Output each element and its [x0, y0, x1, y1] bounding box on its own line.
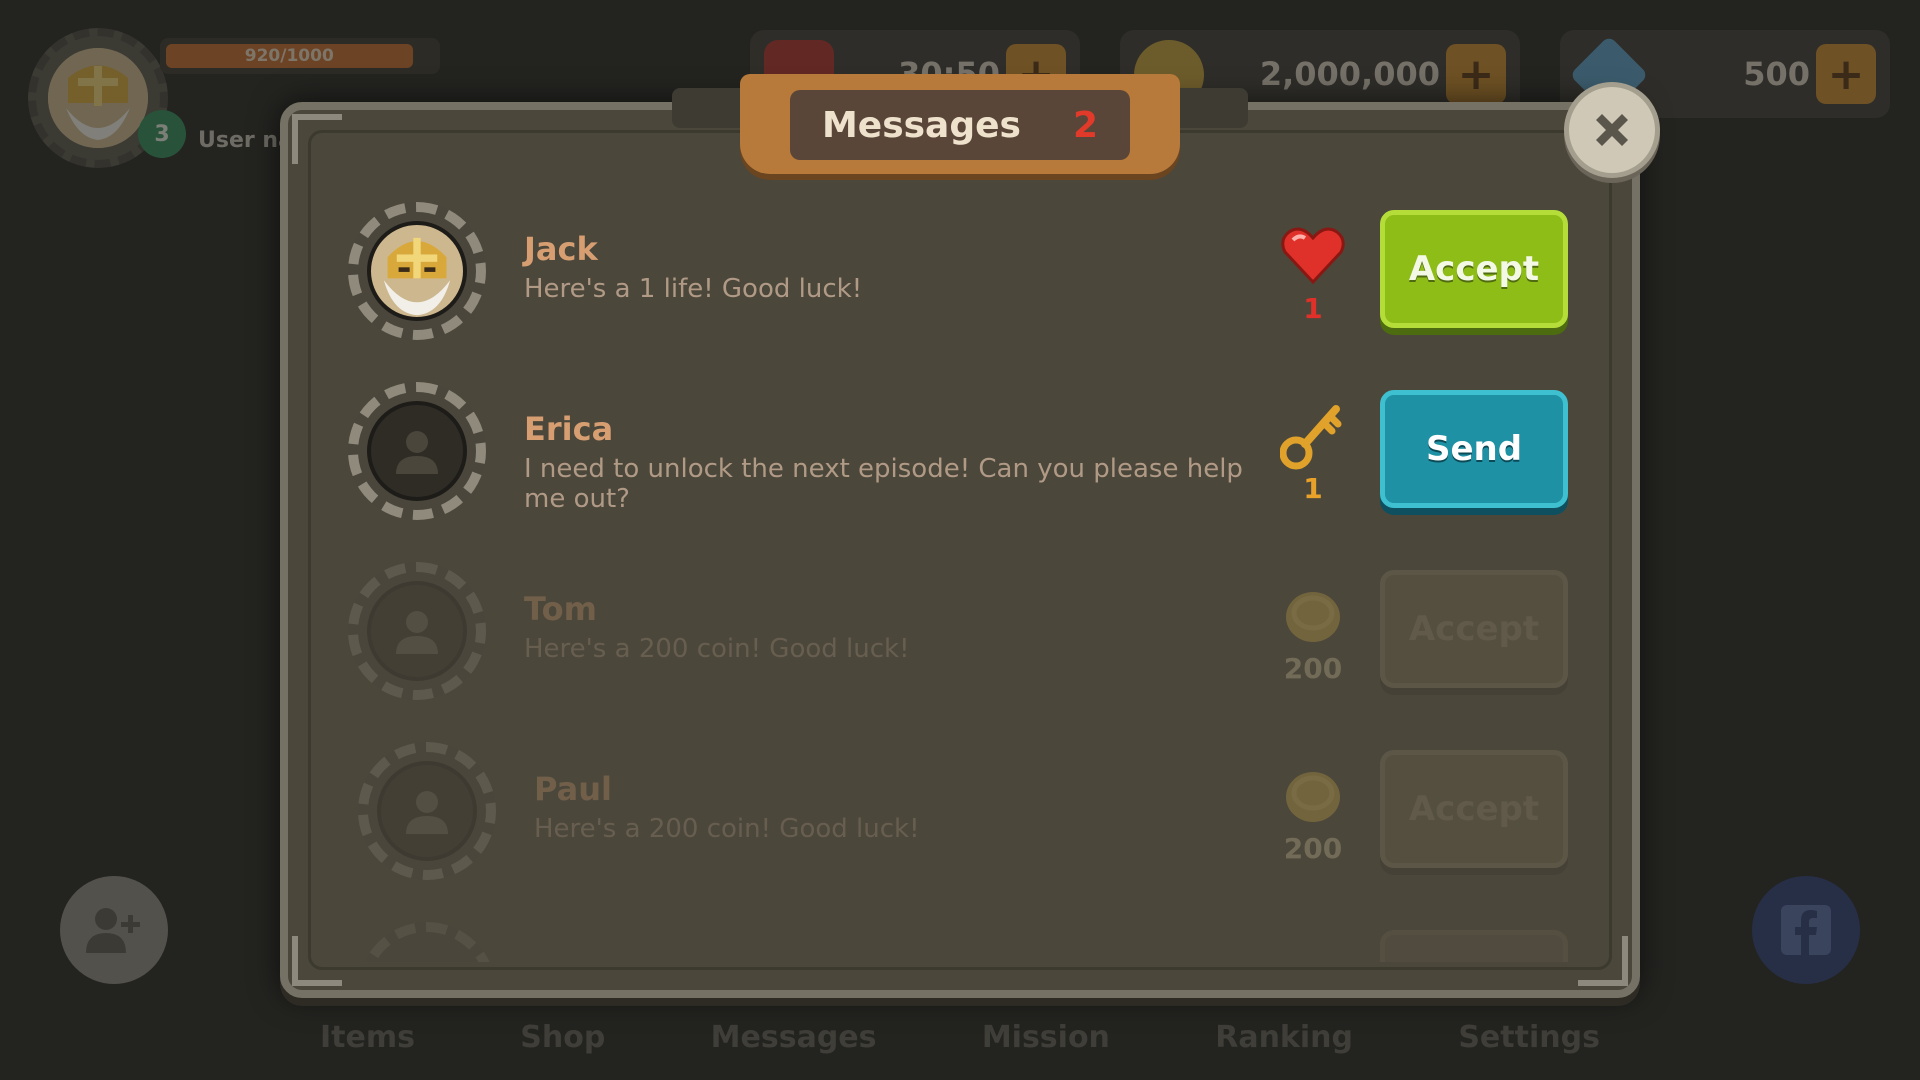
key-icon: [1278, 400, 1348, 470]
gems-value: 500: [1743, 55, 1810, 93]
username-label: User na: [198, 128, 293, 153]
knight-avatar-icon: [48, 48, 148, 148]
add-gems-button[interactable]: +: [1816, 44, 1876, 104]
add-friend-icon: [86, 908, 140, 953]
message-row: Paul Here's a 200 coin! Good luck! 200 A…: [348, 742, 1568, 882]
reward-count: 200: [1283, 832, 1343, 865]
coin-icon: [1278, 760, 1348, 830]
dialog-title: Messages: [821, 104, 1021, 146]
facebook-button[interactable]: [1752, 876, 1860, 984]
nav-shop[interactable]: Shop: [520, 1020, 605, 1070]
message-text: Here's a 200 coin! Good luck!: [534, 814, 920, 844]
sender-avatar: [348, 562, 486, 700]
nav-items[interactable]: Items: [320, 1020, 415, 1070]
sender-name: Jack: [524, 230, 598, 268]
sender-name: Erica: [524, 410, 614, 448]
xp-label: 920/1000: [166, 44, 413, 68]
nav-settings[interactable]: Settings: [1458, 1020, 1600, 1070]
message-row-partial: [348, 922, 1568, 962]
reward-count: 200: [1283, 652, 1343, 685]
coin-icon: [1278, 580, 1348, 650]
nav-messages[interactable]: Messages: [711, 1020, 877, 1070]
accept-button[interactable]: Accept: [1380, 210, 1568, 328]
title-banner: Messages 2: [740, 74, 1180, 174]
reward-count: 1: [1303, 292, 1323, 325]
close-button[interactable]: [1564, 82, 1660, 178]
title-plate: Messages 2: [790, 90, 1130, 160]
close-icon: [1596, 114, 1628, 146]
message-row: Jack Here's a 1 life! Good luck! 1 Accep…: [348, 202, 1568, 342]
message-row: Erica I need to unlock the next episode!…: [348, 382, 1568, 522]
heart-icon: [1278, 220, 1348, 290]
xp-bar: 920/1000: [160, 38, 440, 74]
accept-button[interactable]: Accept: [1380, 750, 1568, 868]
sender-avatar: [358, 742, 496, 880]
default-avatar-icon: [396, 431, 438, 474]
level-badge: 3: [138, 110, 186, 158]
default-avatar-icon: [406, 791, 448, 834]
message-row: Tom Here's a 200 coin! Good luck! 200 Ac…: [348, 562, 1568, 702]
default-avatar-icon: [396, 611, 438, 654]
message-text: Here's a 1 life! Good luck!: [524, 274, 863, 304]
frame-corner: [292, 114, 342, 164]
add-friend-button[interactable]: [60, 876, 168, 984]
sender-avatar: [348, 202, 486, 340]
nav-mission[interactable]: Mission: [982, 1020, 1110, 1070]
coins-value: 2,000,000: [1259, 55, 1440, 93]
message-count: 2: [1072, 104, 1099, 146]
bottom-navigation: Items Shop Messages Mission Ranking Sett…: [320, 1020, 1600, 1070]
accept-button[interactable]: Accept: [1380, 570, 1568, 688]
reward-count: 1: [1303, 472, 1323, 505]
sender-name: Tom: [524, 590, 597, 628]
send-button[interactable]: Send: [1380, 390, 1568, 508]
sender-avatar: [348, 382, 486, 520]
nav-ranking[interactable]: Ranking: [1215, 1020, 1353, 1070]
frame-corner: [1578, 936, 1628, 986]
sender-avatar: [358, 922, 496, 962]
action-button[interactable]: [1380, 930, 1568, 962]
message-text: Here's a 200 coin! Good luck!: [524, 634, 910, 664]
facebook-icon: [1781, 905, 1831, 955]
sender-name: Paul: [534, 770, 612, 808]
frame-corner: [292, 936, 342, 986]
message-text: I need to unlock the next episode! Can y…: [524, 454, 1243, 514]
add-coins-button[interactable]: +: [1446, 44, 1506, 104]
knight-avatar-icon: [383, 237, 451, 316]
